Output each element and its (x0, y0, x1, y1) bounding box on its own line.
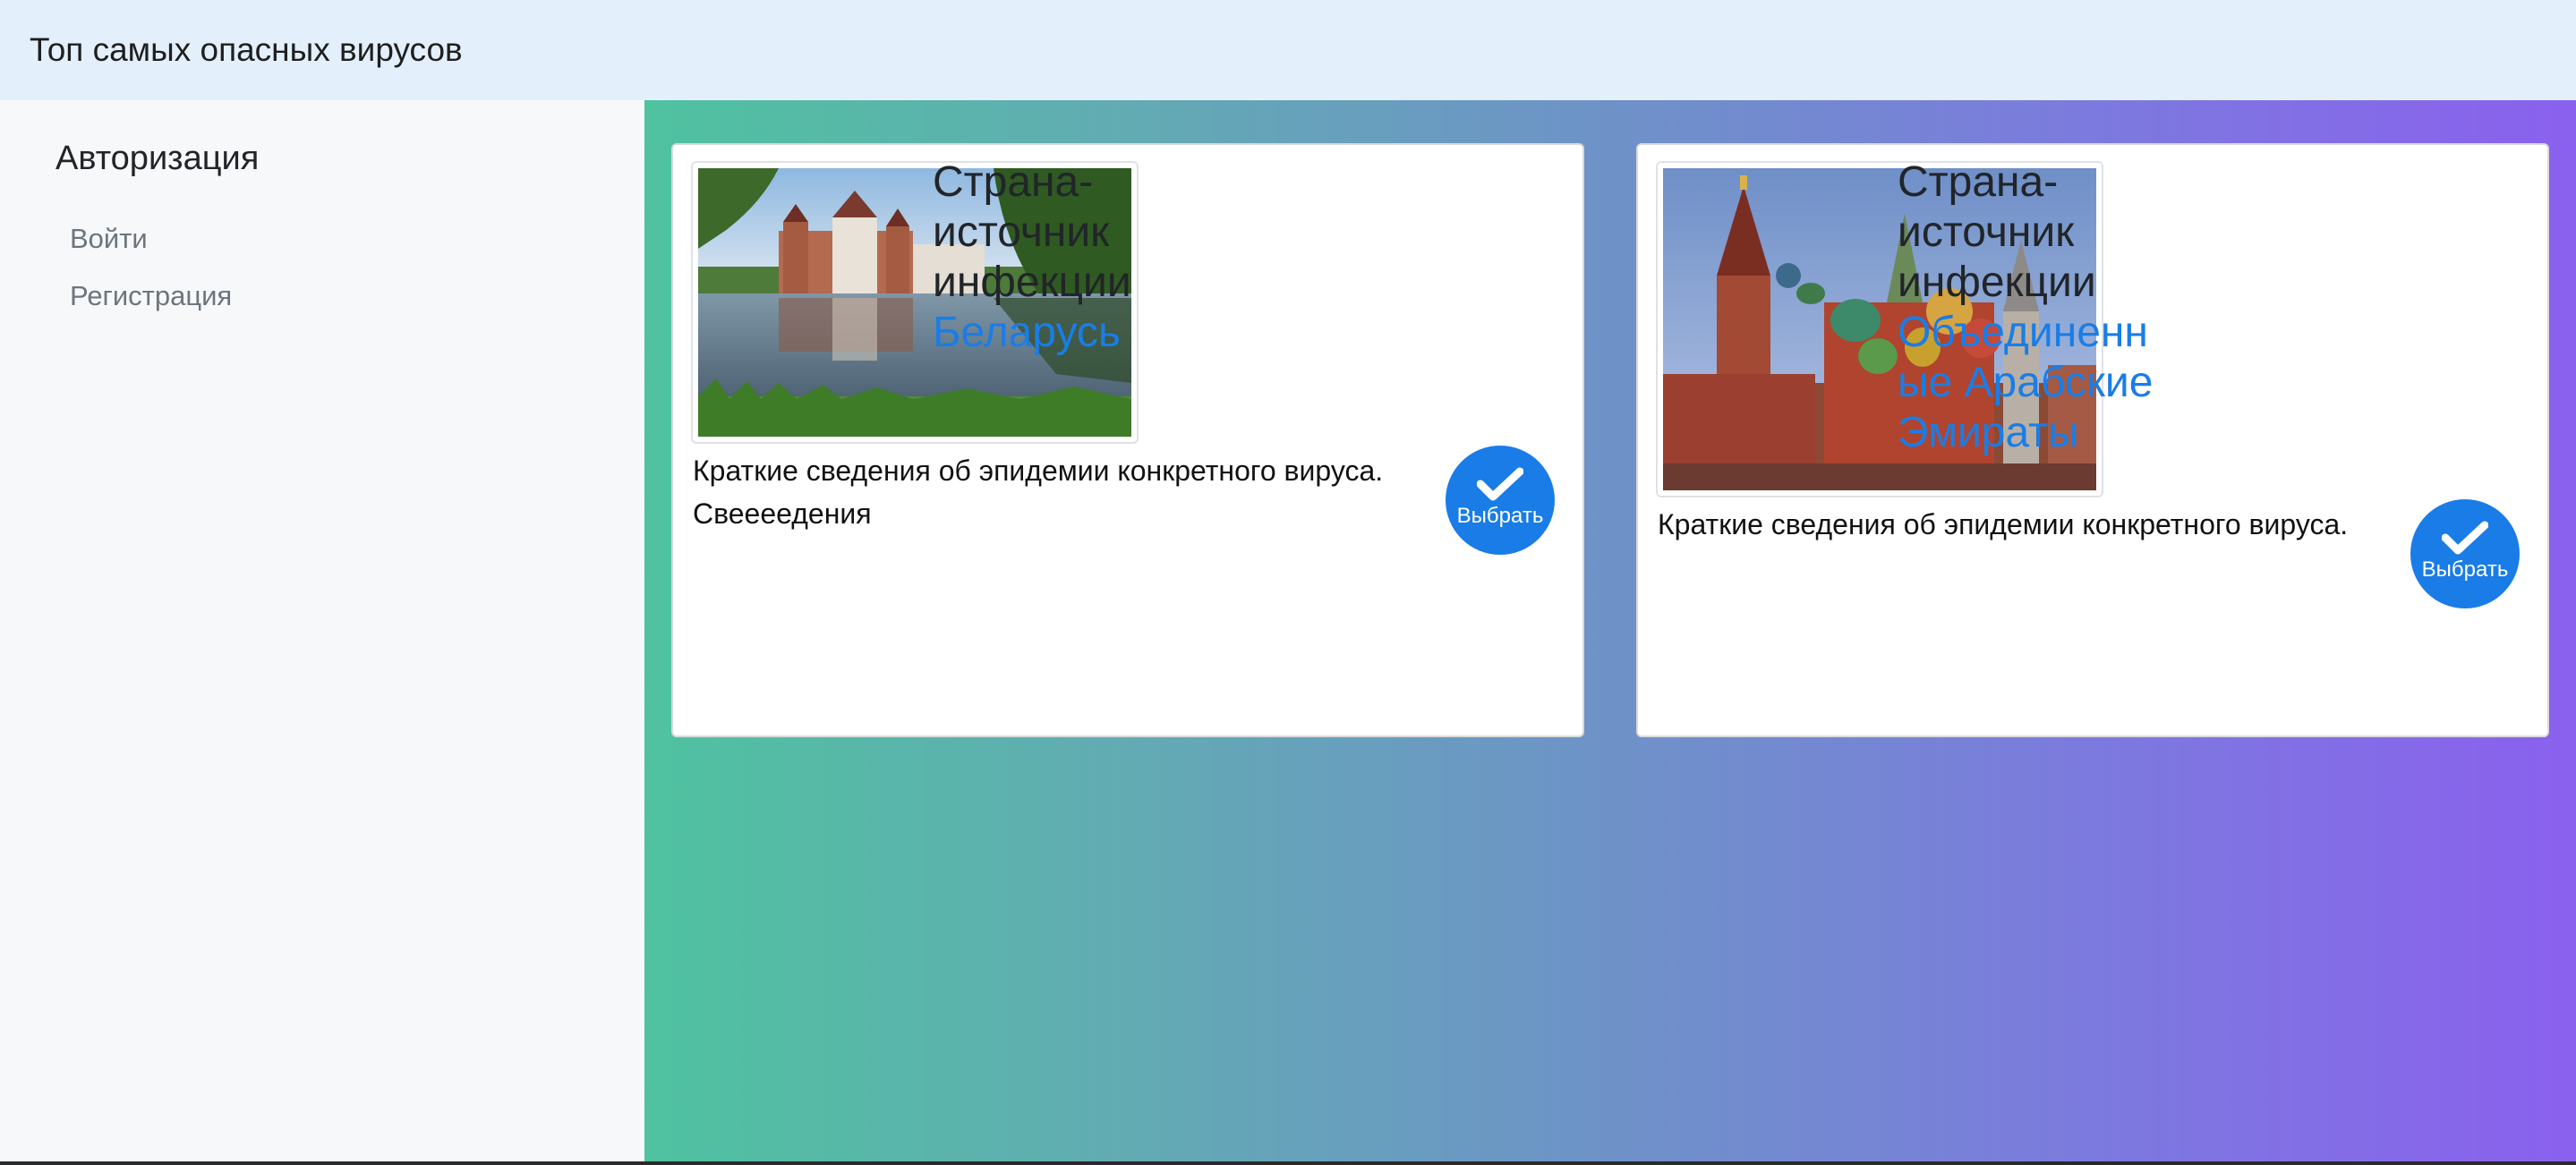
check-icon (1477, 467, 1523, 501)
top-navbar: Топ самых опасных вирусов (0, 0, 2576, 100)
card-title: Страна- источник инфекции Беларусь (933, 157, 1131, 358)
title-line: Страна- (1898, 158, 2059, 206)
title-line: источник (933, 208, 1110, 256)
country-name: Беларусь (933, 309, 1121, 356)
select-button[interactable]: Выбрать (2410, 499, 2520, 608)
title-line: инфекции (933, 259, 1131, 306)
country-card: Страна- источник инфекции Объединенн ые … (1636, 143, 2549, 737)
card-description: Краткие сведения об эпидемии конкретного… (693, 449, 1383, 535)
title-line: источник (1898, 208, 2075, 256)
country-name-line: Объединенн (1898, 309, 2148, 356)
check-icon (2442, 521, 2488, 555)
country-name: Объединенн ые Арабские Эмираты (1898, 308, 2153, 458)
select-button[interactable]: Выбрать (1446, 446, 1555, 555)
card-title: Страна- источник инфекции Объединенн ые … (1898, 157, 2153, 458)
sidebar-item-register[interactable]: Регистрация (55, 268, 644, 325)
country-card: Страна- источник инфекции Беларусь Кратк… (671, 143, 1584, 737)
country-name-line: ые Арабские (1898, 359, 2154, 406)
sidebar-item-login[interactable]: Войти (55, 210, 644, 268)
site-title[interactable]: Топ самых опасных вирусов (30, 31, 463, 69)
description-line: Краткие сведения об эпидемии конкретного… (1658, 508, 2349, 540)
title-line: инфекции (1898, 259, 2096, 306)
bottom-border (0, 1161, 2576, 1165)
description-line: Свеееедения (693, 497, 872, 530)
title-line: Страна- (933, 158, 1094, 206)
sidebar: Авторизация Войти Регистрация (0, 100, 644, 1161)
sidebar-menu: Войти Регистрация (55, 210, 644, 326)
country-name-line: Эмираты (1898, 409, 2079, 456)
select-button-label: Выбрать (2421, 557, 2509, 582)
card-description: Краткие сведения об эпидемии конкретного… (1658, 503, 2348, 546)
sidebar-heading: Авторизация (55, 140, 260, 177)
description-line: Краткие сведения об эпидемии конкретного… (693, 455, 1384, 487)
select-button-label: Выбрать (1456, 504, 1544, 528)
